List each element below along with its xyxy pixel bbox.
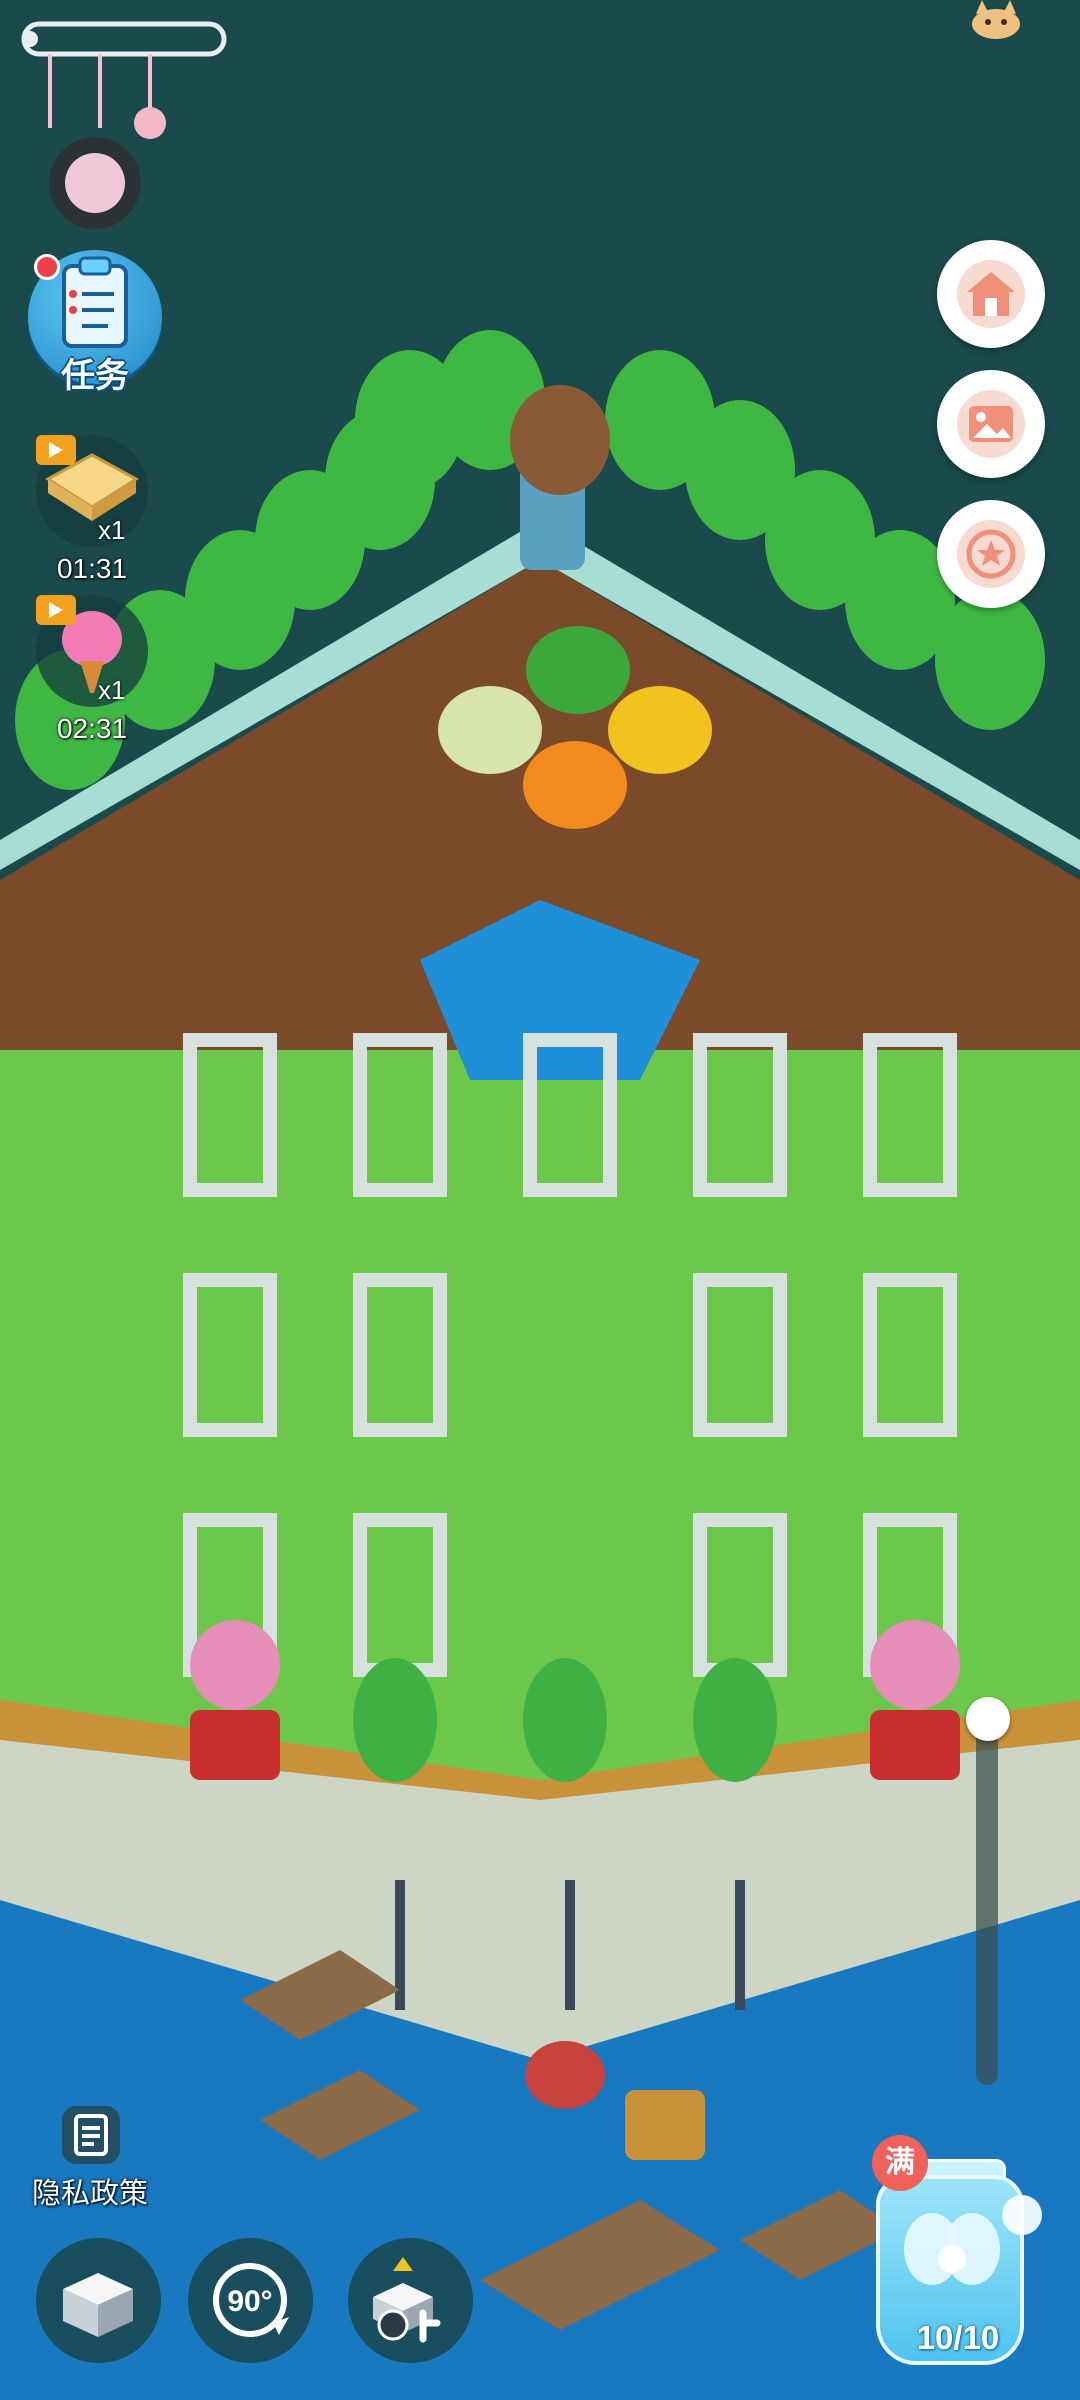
full-badge: 满 bbox=[872, 2135, 928, 2191]
star-refresh-icon bbox=[957, 520, 1025, 588]
reward-slot-2[interactable]: x1 02:31 bbox=[36, 595, 151, 765]
cacti bbox=[353, 1658, 777, 1782]
document-icon bbox=[74, 2114, 108, 2156]
reward-timer: 02:31 bbox=[56, 713, 128, 744]
photo-button[interactable] bbox=[937, 370, 1045, 478]
rotate-label: 90° bbox=[227, 2285, 272, 2318]
zoom-slider-track[interactable] bbox=[976, 1715, 998, 2085]
star-refresh-button[interactable] bbox=[937, 500, 1045, 608]
brooch-decoration[interactable] bbox=[20, 18, 230, 233]
storage-box-button[interactable] bbox=[36, 2238, 161, 2363]
home-button[interactable] bbox=[937, 240, 1045, 348]
privacy-policy-button[interactable]: 隐私政策 bbox=[30, 2100, 150, 2210]
timer-move-icon bbox=[373, 2257, 441, 2343]
wooden-well bbox=[625, 2090, 705, 2160]
reward-count: x1 bbox=[98, 675, 126, 705]
timer-move-button[interactable] bbox=[348, 2238, 473, 2363]
cat-icon[interactable] bbox=[968, 0, 1024, 40]
acorn-house bbox=[510, 385, 610, 495]
notification-dot bbox=[34, 254, 60, 280]
home-icon bbox=[957, 260, 1025, 328]
video-ad-icon bbox=[36, 435, 76, 465]
koi-fish bbox=[525, 2041, 605, 2109]
box-icon bbox=[63, 2273, 133, 2337]
gear-icon bbox=[1002, 2195, 1042, 2235]
task-button[interactable]: 任务 bbox=[28, 250, 168, 405]
privacy-icon-bg bbox=[62, 2106, 120, 2164]
privacy-label: 隐私政策 bbox=[31, 2178, 148, 2210]
fairy-jar-button[interactable]: 10/10 满 bbox=[872, 2135, 1052, 2370]
photo-icon bbox=[957, 390, 1025, 458]
jar-body: 10/10 bbox=[876, 2175, 1024, 2365]
fairy-icon bbox=[904, 2213, 1000, 2285]
reward-slot-1[interactable]: x1 01:31 bbox=[36, 435, 151, 605]
jar-count: 10/10 bbox=[916, 2319, 1000, 2356]
video-ad-icon bbox=[36, 595, 76, 625]
reward-timer: 01:31 bbox=[56, 553, 128, 584]
reward-count: x1 bbox=[98, 515, 126, 545]
zoom-slider-knob[interactable] bbox=[966, 1697, 1010, 1741]
task-label: 任务 bbox=[61, 357, 129, 395]
rotate-icon: 90° bbox=[213, 2263, 289, 2337]
rotate-button[interactable]: 90° bbox=[188, 2238, 313, 2363]
